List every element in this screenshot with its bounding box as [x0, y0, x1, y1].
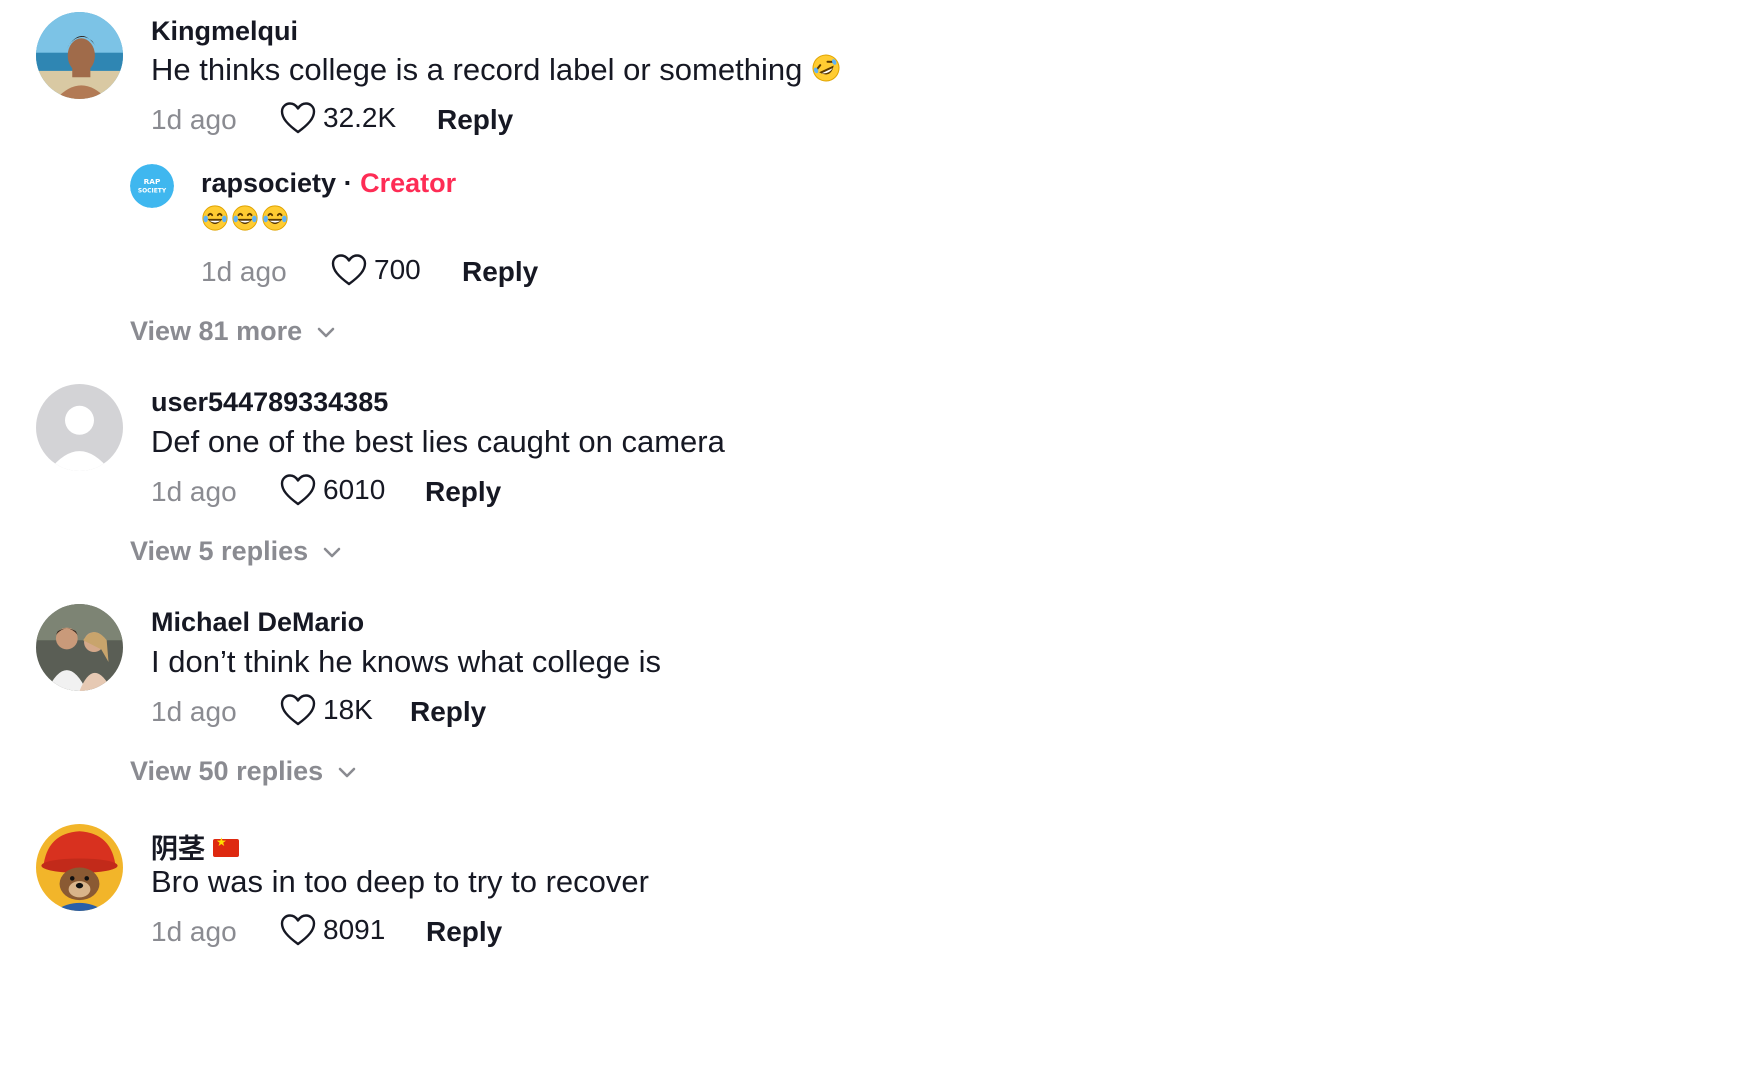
rolling-on-floor-laughing-icon: [811, 53, 841, 91]
svg-text:RAP: RAP: [144, 177, 161, 186]
comment-text-body: He thinks college is a record label or s…: [151, 52, 803, 87]
comment-username: 阴茎: [151, 827, 239, 866]
like-count: 18K: [323, 694, 373, 725]
heart-icon: [280, 102, 316, 134]
like-button[interactable]: 6010: [279, 472, 385, 508]
heart-icon: [280, 694, 316, 726]
comment-time: 1d ago: [151, 916, 237, 947]
user-photo-avatar-icon: [36, 604, 123, 691]
view-more-label: View 5 replies: [130, 536, 309, 566]
comment-text: He thinks college is a record label or s…: [151, 52, 841, 91]
heart-icon: [280, 914, 316, 946]
creator-badge: Creator: [360, 168, 457, 198]
comment-time: 1d ago: [151, 476, 237, 507]
comment-time: 1d ago: [151, 696, 237, 727]
avatar[interactable]: [36, 824, 123, 911]
reply-button[interactable]: Reply: [462, 256, 538, 288]
reply-username-name[interactable]: rapsociety: [201, 168, 336, 198]
comment-username[interactable]: Michael DeMario: [151, 607, 364, 638]
like-button[interactable]: 32.2K: [279, 100, 396, 136]
rapsociety-logo-icon: RAP SOCIETY: [130, 164, 174, 208]
reply-meta: 1d ago 700 Reply: [201, 252, 701, 292]
separator-dot: ·: [343, 168, 353, 198]
comment-text: I don’t think he knows what college is: [151, 644, 662, 679]
face-with-tears-of-joy-icon: [201, 204, 289, 232]
heart-icon: [280, 474, 316, 506]
comment-time: 1d ago: [151, 104, 237, 135]
view-more-replies-button[interactable]: View 81 more: [130, 316, 336, 347]
heart-icon: [331, 254, 367, 286]
comment-meta: 1d ago 32.2K Reply: [151, 100, 651, 140]
chevron-down-icon: [323, 547, 341, 557]
creator-avatar[interactable]: RAP SOCIETY: [130, 164, 174, 208]
comment-meta: 1d ago 6010 Reply: [151, 472, 651, 512]
like-count: 700: [374, 254, 421, 285]
reply-button[interactable]: Reply: [425, 476, 501, 508]
default-user-avatar-icon: [36, 384, 123, 471]
avatar[interactable]: [36, 12, 123, 99]
like-count: 8091: [323, 914, 386, 945]
comment-username[interactable]: user544789334385: [151, 387, 388, 418]
svg-text:SOCIETY: SOCIETY: [138, 187, 167, 194]
reply-text: 😂😂😂: [201, 204, 289, 240]
comment-text: Bro was in too deep to try to recover: [151, 864, 649, 899]
comment-meta: 1d ago 8091 Reply: [151, 912, 651, 952]
comment-username[interactable]: Kingmelqui: [151, 16, 298, 47]
user-photo-avatar-icon: [36, 12, 123, 99]
comment-meta: 1d ago 18K Reply: [151, 692, 651, 732]
chevron-down-icon: [317, 327, 335, 337]
reply-button[interactable]: Reply: [437, 104, 513, 136]
reply-username: rapsociety · Creator: [201, 168, 456, 199]
like-button[interactable]: 18K: [279, 692, 373, 728]
chevron-down-icon: [338, 767, 356, 777]
view-more-replies-button[interactable]: View 50 replies: [130, 756, 357, 787]
paddington-bear-avatar-icon: [36, 824, 123, 911]
view-more-label: View 50 replies: [130, 756, 324, 786]
china-flag-icon: [213, 835, 239, 857]
avatar[interactable]: [36, 604, 123, 691]
reply-button[interactable]: Reply: [410, 696, 486, 728]
reply-button[interactable]: Reply: [426, 916, 502, 948]
comment-username-name[interactable]: 阴茎: [151, 834, 205, 864]
avatar[interactable]: [36, 384, 123, 471]
view-more-label: View 81 more: [130, 316, 303, 346]
view-more-replies-button[interactable]: View 5 replies: [130, 536, 342, 567]
like-count: 32.2K: [323, 102, 397, 133]
like-button[interactable]: 8091: [279, 912, 385, 948]
comment-text: Def one of the best lies caught on camer…: [151, 424, 725, 459]
like-count: 6010: [323, 474, 386, 505]
reply-time: 1d ago: [201, 256, 287, 287]
like-button[interactable]: 700: [330, 252, 421, 288]
